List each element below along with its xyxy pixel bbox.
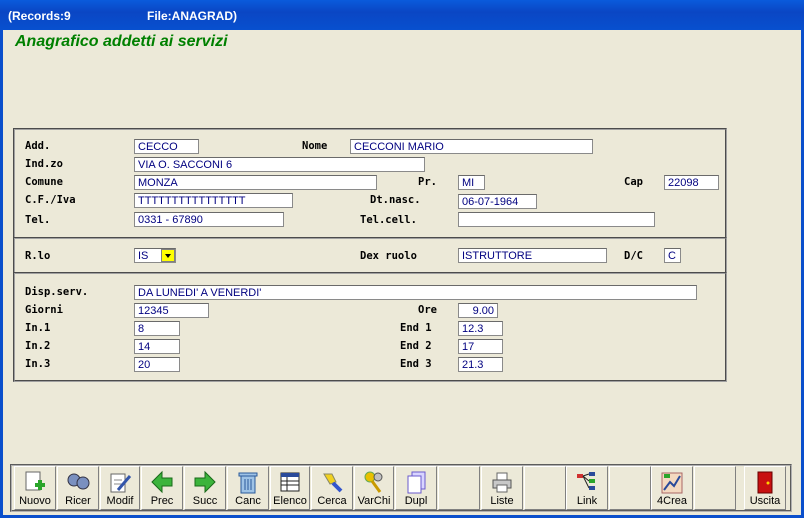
cerca-button[interactable]: Cerca bbox=[311, 466, 353, 510]
disp-field[interactable]: DA LUNEDI' A VENERDI' bbox=[134, 285, 697, 300]
cap-label: Cap bbox=[624, 176, 643, 188]
indzo-field[interactable]: VIA O. SACCONI 6 bbox=[134, 157, 425, 172]
arrow-right-icon bbox=[194, 470, 216, 494]
exit-door-icon bbox=[757, 471, 773, 494]
comune-field[interactable]: MONZA bbox=[134, 175, 377, 190]
end2-field[interactable]: 17 bbox=[458, 339, 503, 354]
empty-toolbar-slot-3 bbox=[609, 466, 651, 510]
liste-button[interactable]: Liste bbox=[481, 466, 523, 510]
nuovo-button[interactable]: Nuovo bbox=[14, 466, 56, 510]
rlo-label: R.lo bbox=[25, 250, 51, 262]
ricer-button[interactable]: Ricer bbox=[57, 466, 99, 510]
trash-icon bbox=[238, 472, 258, 494]
modif-button[interactable]: Modif bbox=[100, 466, 140, 510]
dexruolo-field[interactable]: ISTRUTTORE bbox=[458, 248, 607, 263]
end2-label: End 2 bbox=[400, 340, 432, 352]
title-bar: (Records:9 File:ANAGRAD) bbox=[0, 0, 804, 30]
page-title: Anagrafico addetti ai servizi bbox=[15, 33, 228, 50]
giorni-field[interactable]: 12345 bbox=[134, 303, 209, 318]
telcell-field[interactable] bbox=[458, 212, 655, 227]
duplicate-document-icon bbox=[407, 471, 426, 494]
rlo-dropdown-button[interactable] bbox=[161, 249, 175, 262]
pr-label: Pr. bbox=[418, 176, 437, 188]
in1-label: In.1 bbox=[25, 322, 51, 334]
file-name: File:ANAGRAD) bbox=[147, 9, 237, 23]
uscita-button[interactable]: Uscita bbox=[744, 466, 786, 510]
end3-label: End 3 bbox=[400, 358, 432, 370]
ore-field[interactable]: 9.00 bbox=[458, 303, 498, 318]
prec-button[interactable]: Prec bbox=[141, 466, 183, 510]
link-button[interactable]: Link bbox=[566, 466, 608, 510]
add-field[interactable]: CECCO bbox=[134, 139, 199, 154]
succ-button[interactable]: Succ bbox=[184, 466, 226, 510]
dupl-button[interactable]: Dupl bbox=[395, 466, 437, 510]
dc-label: D/C bbox=[624, 250, 643, 262]
flashlight-icon bbox=[323, 473, 343, 493]
cap-field[interactable]: 22098 bbox=[664, 175, 719, 190]
dc-field[interactable]: C bbox=[664, 248, 681, 263]
dexruolo-label: Dex ruolo bbox=[360, 250, 417, 262]
disp-label: Disp.serv. bbox=[25, 286, 89, 298]
end3-field[interactable]: 21.3 bbox=[458, 357, 503, 372]
search-binoculars-icon bbox=[67, 473, 90, 490]
pr-field[interactable]: MI bbox=[458, 175, 485, 190]
indzo-label: Ind.zo bbox=[25, 158, 63, 170]
tel-field[interactable]: 0331 - 67890 bbox=[134, 212, 284, 227]
comune-label: Comune bbox=[25, 176, 63, 188]
empty-toolbar-slot-1 bbox=[438, 466, 480, 510]
empty-toolbar-slot-4 bbox=[694, 466, 736, 510]
varchi-button[interactable]: VarChi bbox=[354, 466, 394, 510]
ore-label: Ore bbox=[418, 304, 437, 316]
end1-field[interactable]: 12.3 bbox=[458, 321, 503, 336]
cf-field[interactable]: TTTTTTTTTTTTTTTT bbox=[134, 193, 293, 208]
in1-field[interactable]: 8 bbox=[134, 321, 180, 336]
keys-icon bbox=[364, 471, 383, 493]
crea-button[interactable]: 4Crea bbox=[651, 466, 693, 510]
printer-icon bbox=[492, 472, 512, 493]
elenco-button[interactable]: Elenco bbox=[270, 466, 310, 510]
nome-label: Nome bbox=[302, 140, 328, 152]
dtnasc-label: Dt.nasc. bbox=[370, 194, 421, 206]
in2-field[interactable]: 14 bbox=[134, 339, 180, 354]
canc-button[interactable]: Canc bbox=[227, 466, 269, 510]
end1-label: End 1 bbox=[400, 322, 432, 334]
new-document-icon bbox=[25, 471, 45, 491]
arrow-left-icon bbox=[151, 470, 173, 494]
records-count: (Records:9 bbox=[8, 9, 71, 23]
empty-toolbar-slot-2 bbox=[524, 466, 566, 510]
edit-document-icon bbox=[110, 473, 132, 493]
hierarchy-link-icon bbox=[577, 472, 595, 490]
table-list-icon bbox=[280, 472, 300, 492]
create-chart-icon bbox=[661, 472, 683, 494]
in3-field[interactable]: 20 bbox=[134, 357, 180, 372]
cf-label: C.F./Iva bbox=[25, 194, 76, 206]
tel-label: Tel. bbox=[25, 214, 51, 226]
telcell-label: Tel.cell. bbox=[360, 214, 417, 226]
in3-label: In.3 bbox=[25, 358, 51, 370]
add-label: Add. bbox=[25, 140, 51, 152]
giorni-label: Giorni bbox=[25, 304, 63, 316]
in2-label: In.2 bbox=[25, 340, 51, 352]
dtnasc-field[interactable]: 06-07-1964 bbox=[458, 194, 537, 209]
nome-field[interactable]: CECCONI MARIO bbox=[350, 139, 593, 154]
